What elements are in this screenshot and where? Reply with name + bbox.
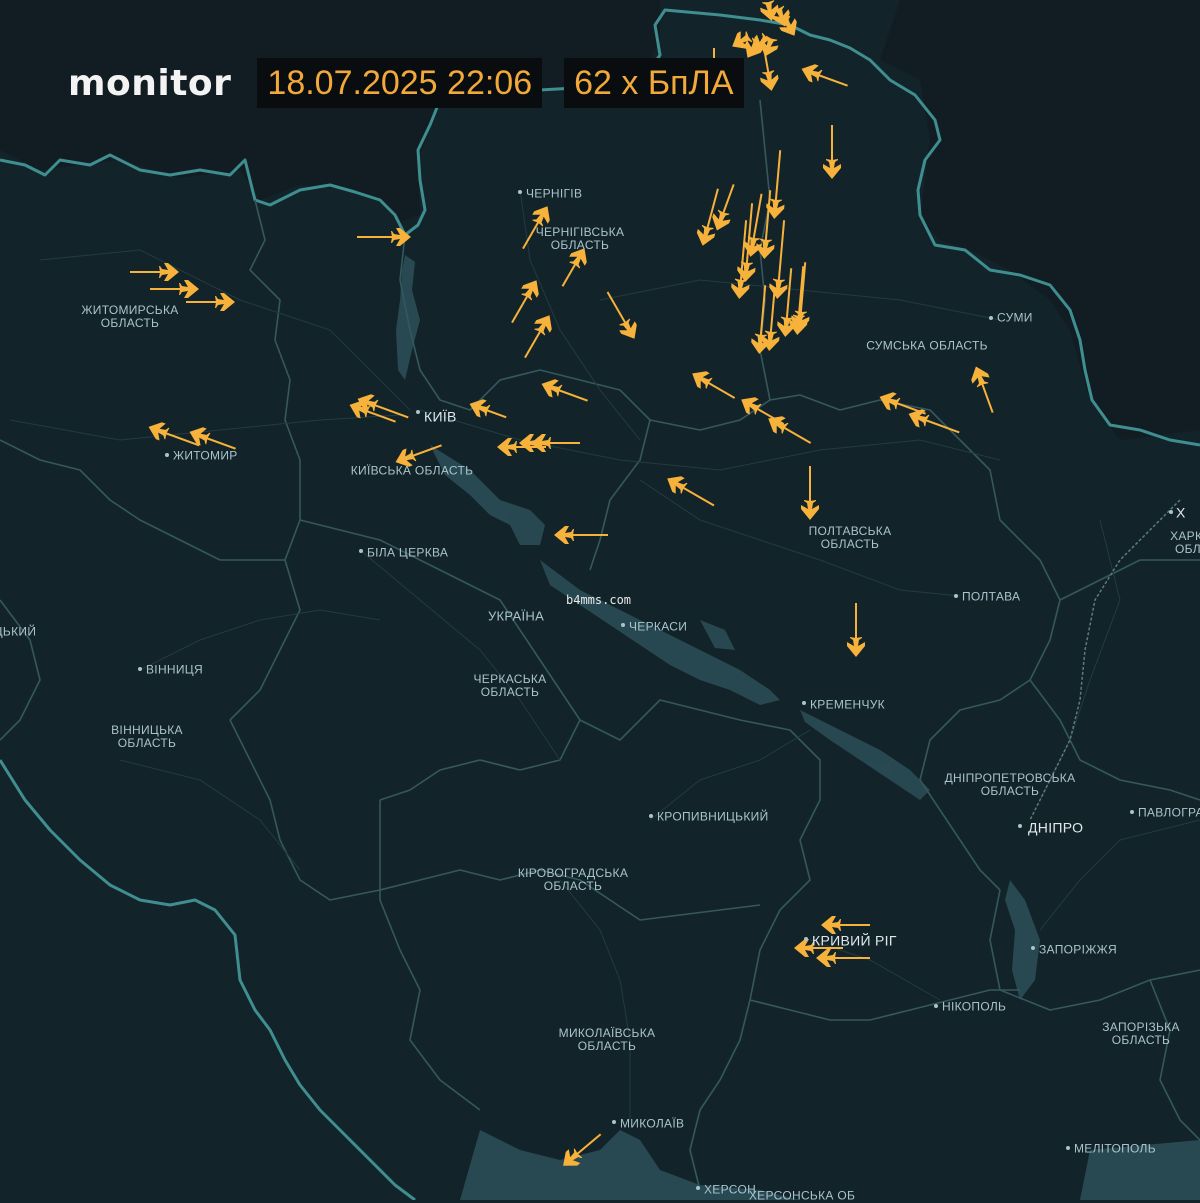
city-dot: [1169, 510, 1173, 514]
city-dot: [416, 410, 420, 414]
region-label-khmelnytskyi: ЦЬКИЙ: [0, 624, 37, 639]
city-dot: [1066, 1146, 1070, 1150]
region-label-zhytomyr: ЖИТОМИРСЬКА ОБЛАСТЬ: [81, 303, 179, 330]
city-label-dnipro: ДНІПРО: [1028, 819, 1084, 836]
city-label-vinnytsia: ВІННИЦЯ: [146, 662, 203, 677]
region-label-kharkiv: ХАРКІ ОБЛ: [1170, 529, 1200, 556]
city-label-cherkasy: ЧЕРКАСИ: [629, 619, 688, 634]
city-dot: [802, 701, 806, 705]
city-dot: [1018, 824, 1022, 828]
city-label-zhytomyr: ЖИТОМИР: [173, 448, 238, 463]
region-label-vinnytsia: ВІННИЦЬКА ОБЛАСТЬ: [111, 723, 183, 750]
city-dot: [165, 453, 169, 457]
city-dot: [359, 549, 363, 553]
region-label-kyiv-oblast: КИЇВСЬКА ОБЛАСТЬ: [350, 463, 474, 478]
city-dot: [621, 623, 625, 627]
city-label-kremenchuk: КРЕМЕНЧУК: [810, 697, 885, 712]
drone-count-badge: 62 x БпЛА: [564, 58, 744, 108]
city-label-kharkiv: Х: [1176, 504, 1186, 521]
city-label-nikopol: НІКОПОЛЬ: [942, 999, 1007, 1014]
region-label-kherson: ХЕРСОНСЬКА ОБ: [748, 1188, 856, 1203]
city-label-kyiv: КИЇВ: [424, 408, 457, 425]
city-dot: [934, 1004, 938, 1008]
city-label-kherson: ХЕРСОН: [704, 1182, 757, 1197]
city-label-kropyvnytskyi: КРОПИВНИЦЬКИЙ: [657, 809, 769, 824]
region-label-mykolaiv: МИКОЛАЇВСЬКА ОБЛАСТЬ: [558, 1026, 656, 1053]
city-label-pavlohrad: ПАВЛОГРАД: [1138, 805, 1200, 820]
city-label-melitopol: МЕЛІТОПОЛЬ: [1074, 1141, 1156, 1156]
city-dot: [1031, 946, 1035, 950]
region-label-chernihiv: ЧЕРНІГІВСЬКА ОБЛАСТЬ: [535, 225, 625, 252]
city-dot: [138, 667, 142, 671]
city-label-zaporizhzhia: ЗАПОРІЖЖЯ: [1039, 942, 1117, 957]
region-label-poltava: ПОЛТАВСЬКА ОБЛАСТЬ: [808, 524, 892, 551]
region-label-dnipro: ДНІПРОПЕТРОВСЬКА ОБЛАСТЬ: [944, 771, 1076, 798]
region-label-cherkasy: ЧЕРКАСЬКА ОБЛАСТЬ: [473, 672, 547, 699]
country-label: УКРАЇНА: [487, 608, 545, 624]
city-label-bila-tserkva: БІЛА ЦЕРКВА: [367, 545, 449, 560]
datetime-badge: 18.07.2025 22:06: [257, 58, 543, 108]
city-dot: [954, 594, 958, 598]
brand-logo: monitor: [68, 62, 232, 104]
watermark-text: b4mms.com: [566, 593, 632, 607]
city-label-mykolaiv: МИКОЛАЇВ: [620, 1116, 685, 1131]
city-label-poltava: ПОЛТАВА: [962, 589, 1021, 604]
city-label-kryvyi-rih: КРИВИЙ РІГ: [812, 932, 897, 949]
city-dot: [649, 814, 653, 818]
city-dot: [696, 1186, 700, 1190]
city-label-chernihiv: ЧЕРНІГІВ: [526, 186, 583, 201]
city-dot: [804, 937, 808, 941]
city-dot: [1130, 810, 1134, 814]
header-bar: monitor 18.07.2025 22:06 62 x БпЛА: [68, 58, 744, 108]
region-label-zaporizhzhia: ЗАПОРІЗЬКА ОБЛАСТЬ: [1102, 1020, 1180, 1047]
region-label-sumy: СУМСЬКА ОБЛАСТЬ: [866, 338, 988, 353]
city-label-sumy: СУМИ: [997, 310, 1033, 325]
city-dot: [612, 1120, 616, 1124]
region-label-kirovohrad: КІРОВОГРАДСЬКА ОБЛАСТЬ: [517, 866, 629, 893]
city-dot: [518, 190, 522, 194]
city-dot: [989, 316, 993, 320]
